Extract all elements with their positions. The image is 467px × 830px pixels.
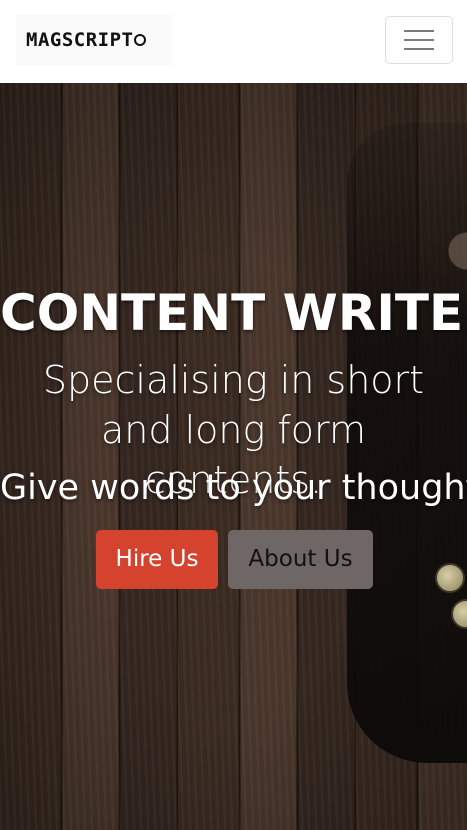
typewriter-key-decoration: [435, 563, 465, 593]
hamburger-menu-icon: [404, 30, 434, 32]
about-us-button[interactable]: About Us: [228, 530, 373, 589]
hero-tagline: Give words to your thoughts!: [0, 468, 467, 508]
logo-seal-icon: [134, 34, 147, 46]
brand-logo-text: MAGSCRIPT: [26, 29, 134, 51]
hero-section: CONTENT WRITER Specialising in short and…: [0, 83, 467, 830]
hamburger-menu-icon: [404, 48, 434, 50]
hamburger-menu-icon: [404, 39, 434, 41]
brand-logo[interactable]: MAGSCRIPT: [16, 15, 172, 65]
hire-us-button[interactable]: Hire Us: [96, 530, 218, 589]
navbar: MAGSCRIPT: [0, 0, 467, 83]
menu-toggle-button[interactable]: [385, 16, 453, 64]
hero-title: CONTENT WRITER: [0, 284, 467, 342]
